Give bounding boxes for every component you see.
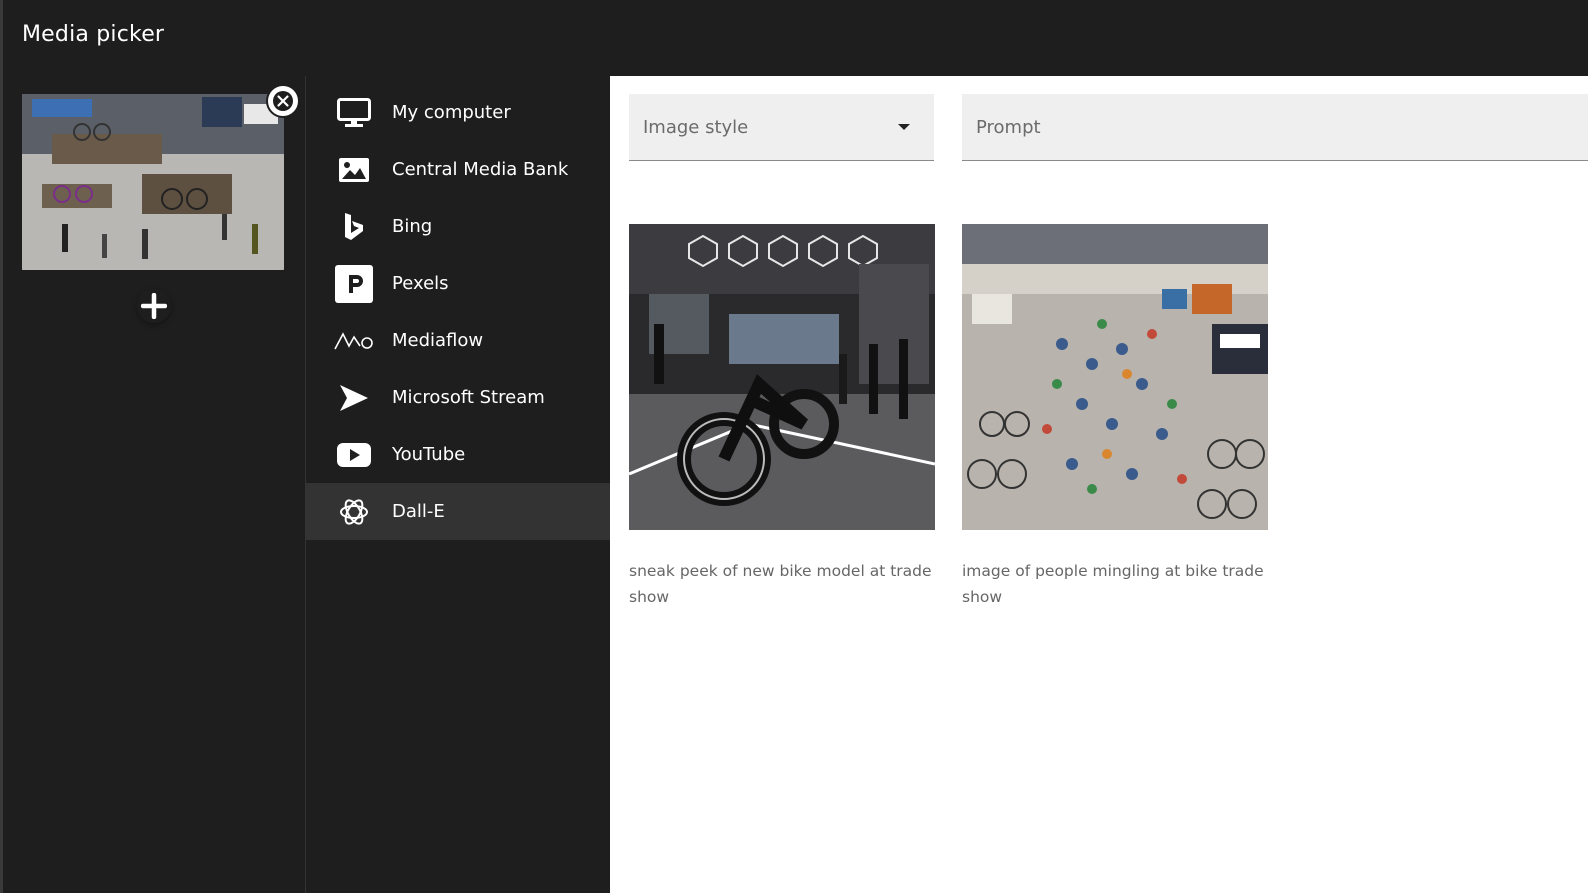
image-style-label: Image style	[643, 116, 749, 138]
result-image[interactable]	[962, 224, 1268, 530]
source-item-my-computer[interactable]: My computer	[306, 84, 610, 141]
source-item-pexels[interactable]: Pexels	[306, 255, 610, 312]
close-icon	[273, 91, 293, 111]
source-list: My computer Central Media Bank Bing Pexe…	[306, 84, 610, 540]
pexels-icon	[334, 264, 374, 304]
stream-icon	[334, 378, 374, 418]
source-item-mediaflow[interactable]: Mediaflow	[306, 312, 610, 369]
result-caption: sneak peek of new bike model at trade sh…	[629, 562, 932, 606]
result-caption: image of people mingling at bike trade s…	[962, 562, 1264, 606]
result-card[interactable]: image of people mingling at bike trade s…	[962, 224, 1268, 610]
prompt-input[interactable]	[962, 94, 1588, 161]
bing-icon	[334, 207, 374, 247]
source-item-youtube[interactable]: YouTube	[306, 426, 610, 483]
youtube-icon	[334, 435, 374, 475]
image-icon	[334, 150, 374, 190]
add-media-button[interactable]	[137, 289, 171, 323]
selected-media-panel	[0, 76, 305, 893]
mediaflow-icon	[334, 321, 374, 361]
dall-e-panel: Image style Prompt sneak peek of new bik…	[610, 76, 1588, 893]
selected-thumbnail[interactable]	[22, 94, 284, 270]
remove-selected-button[interactable]	[266, 84, 300, 118]
source-item-microsoft-stream[interactable]: Microsoft Stream	[306, 369, 610, 426]
result-card[interactable]: sneak peek of new bike model at trade sh…	[629, 224, 935, 610]
dialog-title: Media picker	[22, 22, 165, 47]
monitor-icon	[334, 93, 374, 133]
source-item-dall-e[interactable]: Dall-E	[306, 483, 610, 540]
caret-down-icon	[898, 124, 910, 130]
result-image[interactable]	[629, 224, 935, 530]
source-item-central-media-bank[interactable]: Central Media Bank	[306, 141, 610, 198]
image-style-select[interactable]: Image style	[629, 94, 934, 161]
source-item-bing[interactable]: Bing	[306, 198, 610, 255]
openai-icon	[334, 492, 374, 532]
plus-icon	[141, 293, 167, 319]
